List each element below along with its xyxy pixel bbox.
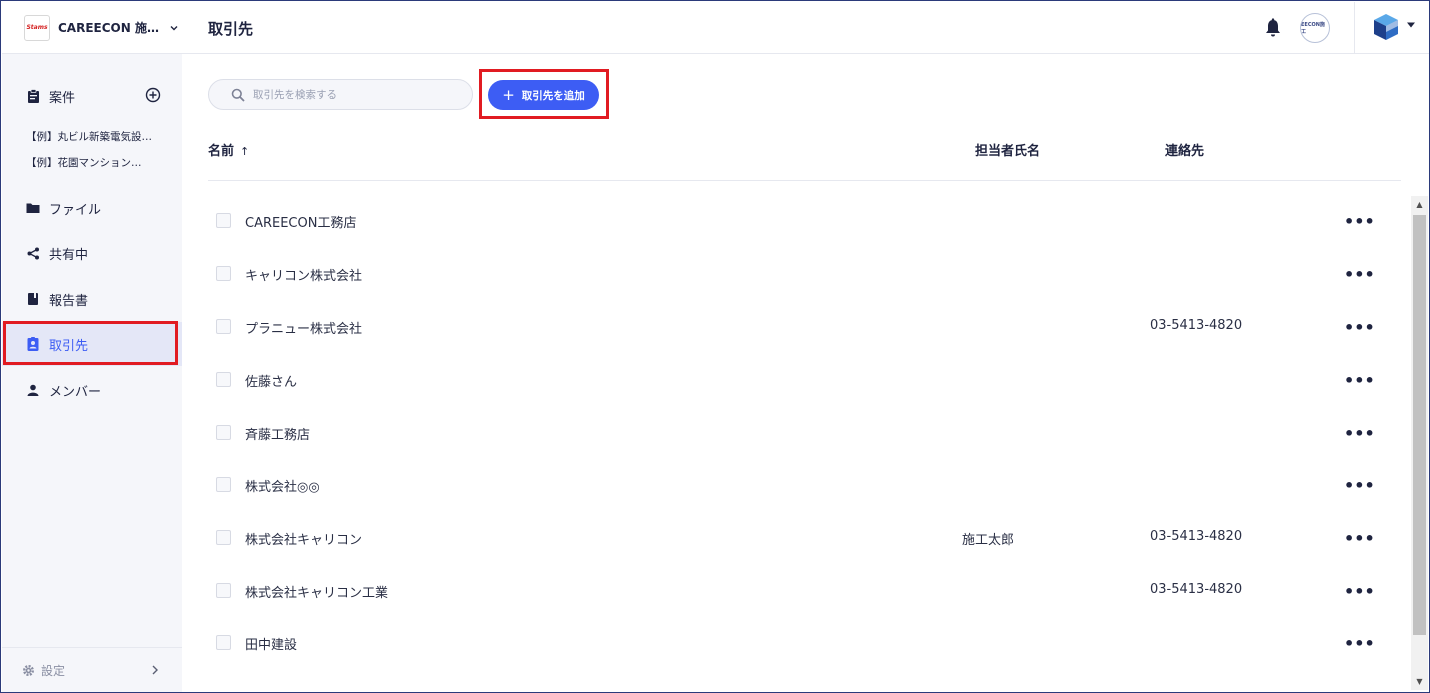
row-checkbox[interactable]	[216, 372, 231, 387]
sidebar-item-label: メンバー	[49, 384, 102, 400]
partner-name: 株式会社キャリコン工業	[245, 586, 389, 601]
partner-name: 佐藤さん	[245, 375, 298, 390]
table-row[interactable]: 株式会社キャリコン 施工太郎 03-5413-4820 •••	[208, 513, 1401, 566]
sidebar-item-label: 報告書	[49, 293, 89, 309]
sidebar-item-files[interactable]: ファイル	[2, 186, 182, 230]
partner-name: 株式会社◎◎	[245, 480, 320, 495]
search-box[interactable]	[208, 79, 473, 110]
scrollbar-thumb[interactable]	[1413, 215, 1426, 635]
person-name: 施工太郎	[962, 533, 1015, 548]
person-icon	[26, 383, 40, 397]
table-row[interactable]: 株式会社◎◎ •••	[208, 460, 1401, 513]
row-checkbox[interactable]	[216, 477, 231, 492]
table-row[interactable]: 田中建設 •••	[208, 618, 1401, 671]
column-header-person[interactable]: 担当者氏名	[975, 140, 1040, 159]
column-header-name[interactable]: 名前 ↑	[208, 140, 249, 159]
more-options-icon[interactable]: •••	[1344, 582, 1375, 601]
row-checkbox[interactable]	[216, 583, 231, 598]
partner-name: 株式会社キャリコン	[245, 533, 363, 548]
contact-phone: 03-5413-4820	[1150, 318, 1243, 333]
add-project-icon[interactable]	[145, 87, 161, 103]
row-checkbox[interactable]	[216, 530, 231, 545]
highlight-box-sidebar	[3, 321, 178, 365]
caret-down-icon[interactable]	[1406, 21, 1416, 29]
table-row[interactable]: キャリコン株式会社 •••	[208, 249, 1401, 302]
page-title: 取引先	[208, 20, 254, 38]
org-switcher[interactable]: Stams CAREECON 施…	[2, 2, 182, 54]
sort-ascending-icon: ↑	[240, 145, 250, 158]
sidebar-item-shared[interactable]: 共有中	[2, 231, 182, 275]
partner-name: プラニュー株式会社	[245, 322, 363, 337]
sidebar-item-label: 案件	[49, 90, 76, 106]
user-avatar-cube-icon[interactable]	[1372, 12, 1400, 42]
chevron-right-icon	[152, 665, 158, 675]
table-row[interactable]: 佐藤さん •••	[208, 355, 1401, 408]
search-input[interactable]	[253, 88, 453, 101]
table-row[interactable]: 株式会社キャリコン工業 03-5413-4820 •••	[208, 566, 1401, 619]
partner-name: 田中建設	[245, 638, 298, 653]
column-label: 名前	[208, 144, 235, 159]
highlight-box-add-button	[479, 69, 609, 119]
partner-name: キャリコン株式会社	[245, 269, 363, 284]
row-checkbox[interactable]	[216, 635, 231, 650]
org-name: CAREECON 施…	[58, 21, 159, 35]
top-header: 取引先 EECON施工	[182, 2, 1429, 54]
row-checkbox[interactable]	[216, 266, 231, 281]
more-options-icon[interactable]: •••	[1344, 424, 1375, 443]
bell-icon[interactable]	[1264, 18, 1282, 38]
row-checkbox[interactable]	[216, 425, 231, 440]
sidebar-item-reports[interactable]: 報告書	[2, 277, 182, 321]
partner-name: CAREECON工務店	[245, 216, 357, 231]
more-options-icon[interactable]: •••	[1344, 476, 1375, 495]
book-icon	[26, 292, 40, 306]
scroll-down-icon[interactable]: ▼	[1411, 673, 1428, 690]
more-options-icon[interactable]: •••	[1344, 318, 1375, 337]
partner-name: 斉藤工務店	[245, 428, 311, 443]
sidebar-item-members[interactable]: メンバー	[2, 368, 182, 412]
search-icon	[231, 88, 245, 102]
project-item[interactable]: 【例】花園マンション…	[26, 155, 176, 170]
row-checkbox[interactable]	[216, 213, 231, 228]
folder-icon	[26, 201, 40, 215]
scrollbar[interactable]: ▲ ▼	[1411, 196, 1428, 690]
more-options-icon[interactable]: •••	[1344, 371, 1375, 390]
more-options-icon[interactable]: •••	[1344, 529, 1375, 548]
clipboard-icon	[26, 89, 40, 103]
sidebar-item-label: 共有中	[49, 247, 89, 263]
share-icon	[26, 246, 40, 260]
table-row[interactable]: CAREECON工務店 •••	[208, 196, 1401, 249]
header-divider	[208, 180, 1401, 181]
sidebar-item-projects[interactable]: 案件	[2, 74, 182, 118]
contact-phone: 03-5413-4820	[1150, 582, 1243, 597]
company-avatar[interactable]: EECON施工	[1300, 13, 1330, 43]
more-options-icon[interactable]: •••	[1344, 634, 1375, 653]
chevron-down-icon	[170, 25, 178, 30]
header-divider	[1354, 2, 1355, 54]
app-window: Stams CAREECON 施… 案件 【例】丸ビル新築電気設… 【例】花園マ…	[0, 0, 1430, 693]
gear-icon	[23, 665, 34, 676]
scroll-up-icon[interactable]: ▲	[1411, 196, 1428, 213]
column-header-contact[interactable]: 連絡先	[1165, 140, 1204, 159]
more-options-icon[interactable]: •••	[1344, 265, 1375, 284]
settings-label: 設定	[41, 664, 66, 678]
contact-phone: 03-5413-4820	[1150, 529, 1243, 544]
more-options-icon[interactable]: •••	[1344, 212, 1375, 231]
settings-button[interactable]: 設定	[2, 647, 182, 692]
table-row[interactable]: プラニュー株式会社 03-5413-4820 •••	[208, 302, 1401, 355]
row-checkbox[interactable]	[216, 319, 231, 334]
table-row[interactable]: 斉藤工務店 •••	[208, 408, 1401, 461]
sidebar-item-label: ファイル	[49, 202, 102, 218]
project-item[interactable]: 【例】丸ビル新築電気設…	[26, 129, 176, 144]
org-logo: Stams	[24, 14, 50, 41]
